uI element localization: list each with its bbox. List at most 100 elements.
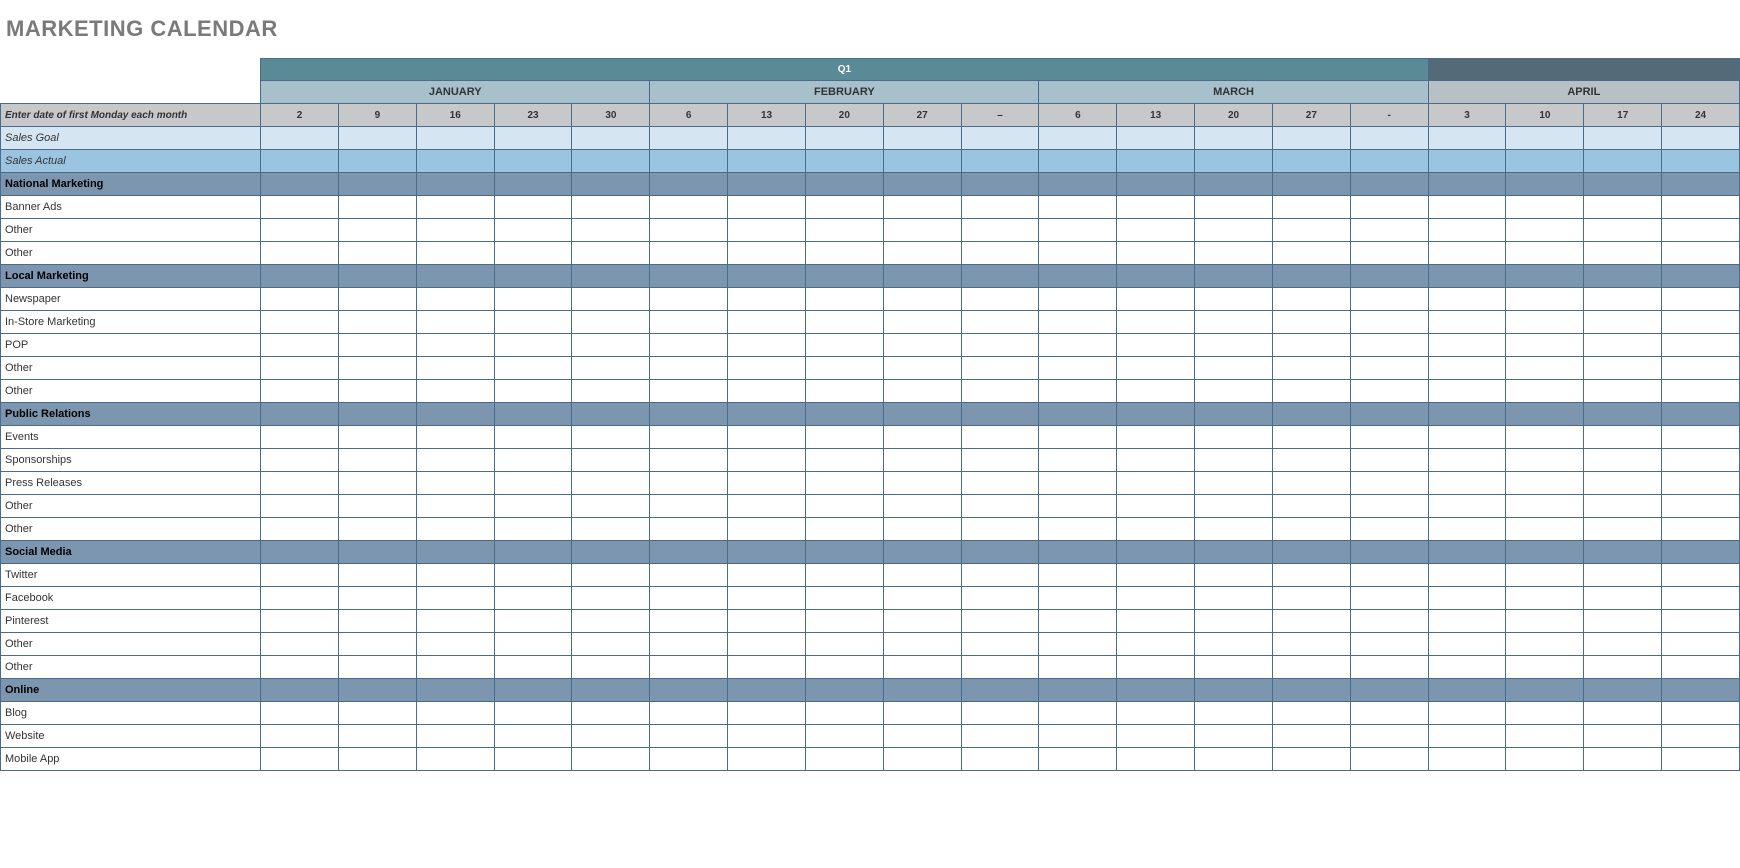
- data-cell[interactable]: [1662, 587, 1740, 610]
- data-cell[interactable]: [805, 449, 883, 472]
- data-cell[interactable]: [1117, 288, 1195, 311]
- data-cell[interactable]: [1506, 311, 1584, 334]
- data-cell[interactable]: [1350, 127, 1428, 150]
- data-cell[interactable]: [416, 242, 494, 265]
- data-cell[interactable]: [572, 288, 650, 311]
- data-cell[interactable]: [1117, 219, 1195, 242]
- data-cell[interactable]: [728, 495, 806, 518]
- data-cell[interactable]: [883, 127, 961, 150]
- data-cell[interactable]: [1584, 472, 1662, 495]
- data-cell[interactable]: [1584, 288, 1662, 311]
- data-cell[interactable]: [1428, 242, 1506, 265]
- data-cell[interactable]: [1117, 679, 1195, 702]
- data-cell[interactable]: [494, 334, 572, 357]
- data-cell[interactable]: [261, 702, 339, 725]
- data-cell[interactable]: [1428, 656, 1506, 679]
- data-cell[interactable]: [650, 127, 728, 150]
- data-cell[interactable]: [572, 311, 650, 334]
- data-cell[interactable]: [416, 265, 494, 288]
- data-cell[interactable]: [494, 702, 572, 725]
- data-cell[interactable]: [1506, 587, 1584, 610]
- data-cell[interactable]: [1428, 633, 1506, 656]
- data-cell[interactable]: [338, 173, 416, 196]
- data-cell[interactable]: [1584, 173, 1662, 196]
- data-cell[interactable]: [1272, 564, 1350, 587]
- data-cell[interactable]: [650, 748, 728, 771]
- data-cell[interactable]: [572, 725, 650, 748]
- data-cell[interactable]: [261, 472, 339, 495]
- data-cell[interactable]: [1428, 541, 1506, 564]
- data-cell[interactable]: [1350, 472, 1428, 495]
- data-cell[interactable]: [416, 725, 494, 748]
- data-cell[interactable]: [1584, 633, 1662, 656]
- data-cell[interactable]: [1272, 472, 1350, 495]
- data-cell[interactable]: [1428, 518, 1506, 541]
- data-cell[interactable]: [338, 196, 416, 219]
- data-cell[interactable]: [1428, 748, 1506, 771]
- data-cell[interactable]: [1428, 265, 1506, 288]
- data-cell[interactable]: [805, 357, 883, 380]
- data-cell[interactable]: [1195, 173, 1273, 196]
- data-cell[interactable]: [1039, 541, 1117, 564]
- week-cell[interactable]: 30: [572, 104, 650, 127]
- data-cell[interactable]: [1039, 426, 1117, 449]
- data-cell[interactable]: [961, 173, 1039, 196]
- data-cell[interactable]: [1428, 495, 1506, 518]
- data-cell[interactable]: [1272, 334, 1350, 357]
- data-cell[interactable]: [1195, 656, 1273, 679]
- data-cell[interactable]: [1039, 196, 1117, 219]
- data-cell[interactable]: [261, 610, 339, 633]
- data-cell[interactable]: [805, 403, 883, 426]
- data-cell[interactable]: [650, 403, 728, 426]
- data-cell[interactable]: [1117, 587, 1195, 610]
- data-cell[interactable]: [1584, 380, 1662, 403]
- data-cell[interactable]: [650, 633, 728, 656]
- data-cell[interactable]: [416, 518, 494, 541]
- data-cell[interactable]: [1662, 173, 1740, 196]
- data-cell[interactable]: [961, 610, 1039, 633]
- data-cell[interactable]: [416, 748, 494, 771]
- data-cell[interactable]: [883, 173, 961, 196]
- week-cell[interactable]: –: [961, 104, 1039, 127]
- data-cell[interactable]: [1272, 380, 1350, 403]
- data-cell[interactable]: [1117, 518, 1195, 541]
- data-cell[interactable]: [805, 633, 883, 656]
- data-cell[interactable]: [728, 748, 806, 771]
- data-cell[interactable]: [494, 725, 572, 748]
- data-cell[interactable]: [1195, 610, 1273, 633]
- data-cell[interactable]: [1350, 426, 1428, 449]
- data-cell[interactable]: [1350, 748, 1428, 771]
- data-cell[interactable]: [1272, 219, 1350, 242]
- data-cell[interactable]: [1506, 610, 1584, 633]
- data-cell[interactable]: [883, 449, 961, 472]
- data-cell[interactable]: [1272, 357, 1350, 380]
- data-cell[interactable]: [416, 311, 494, 334]
- data-cell[interactable]: [572, 242, 650, 265]
- data-cell[interactable]: [1117, 127, 1195, 150]
- data-cell[interactable]: [1662, 150, 1740, 173]
- data-cell[interactable]: [1195, 380, 1273, 403]
- data-cell[interactable]: [494, 656, 572, 679]
- data-cell[interactable]: [572, 173, 650, 196]
- data-cell[interactable]: [494, 426, 572, 449]
- data-cell[interactable]: [1117, 380, 1195, 403]
- data-cell[interactable]: [1195, 702, 1273, 725]
- data-cell[interactable]: [1506, 656, 1584, 679]
- data-cell[interactable]: [1195, 541, 1273, 564]
- data-cell[interactable]: [1350, 288, 1428, 311]
- data-cell[interactable]: [1272, 265, 1350, 288]
- data-cell[interactable]: [728, 702, 806, 725]
- data-cell[interactable]: [1117, 449, 1195, 472]
- data-cell[interactable]: [261, 518, 339, 541]
- data-cell[interactable]: [1039, 311, 1117, 334]
- data-cell[interactable]: [650, 656, 728, 679]
- data-cell[interactable]: [1506, 288, 1584, 311]
- data-cell[interactable]: [1662, 265, 1740, 288]
- data-cell[interactable]: [961, 633, 1039, 656]
- data-cell[interactable]: [1584, 403, 1662, 426]
- data-cell[interactable]: [1195, 242, 1273, 265]
- data-cell[interactable]: [1195, 495, 1273, 518]
- data-cell[interactable]: [1195, 288, 1273, 311]
- week-cell[interactable]: 3: [1428, 104, 1506, 127]
- data-cell[interactable]: [338, 449, 416, 472]
